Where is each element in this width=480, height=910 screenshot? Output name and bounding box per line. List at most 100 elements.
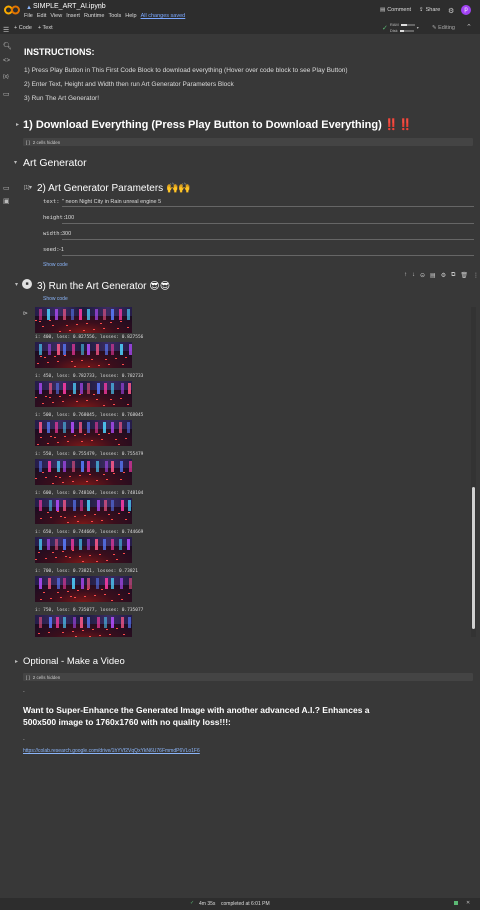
menu-bar: File Edit View Insert Runtime Tools Help… <box>24 13 185 19</box>
comment-button[interactable]: ▤ Comment <box>380 7 411 13</box>
menu-edit[interactable]: Edit <box>37 13 46 19</box>
variables-icon[interactable]: {x} <box>3 74 9 80</box>
link-icon[interactable]: ⊝ <box>420 272 425 279</box>
menu-insert[interactable]: Insert <box>66 13 80 19</box>
training-log-line: i: 500, loss: 0.768045, losses: 0.768045 <box>35 413 144 418</box>
hidden-cells-row[interactable]: [ ] 2 cells hidden <box>23 138 473 146</box>
param-height: height: 100 <box>43 215 75 221</box>
generated-image <box>35 420 132 446</box>
notebook-title[interactable]: SIMPLE_ART_AI.ipynb <box>33 3 106 10</box>
text-input[interactable]: " neon Night City in Rain unreal engine … <box>62 199 161 205</box>
training-log-line: i: 650, loss: 0.744669, losses: 0.744669 <box>35 530 144 535</box>
show-code-link[interactable]: Show code <box>43 262 68 268</box>
completion-status: completed at 6:01 PM <box>221 901 270 907</box>
instructions-title: INSTRUCTIONS: <box>24 47 95 57</box>
param-width: width: 300 <box>43 231 72 237</box>
resources-dropdown-icon[interactable]: ▾ <box>417 25 419 30</box>
expand-section-icon-2[interactable]: ▸ <box>15 658 18 665</box>
cell-toolbar: ↑ ↓ ⊝ ▤ ⚙ ⧉ 🗑︎ ⋮ <box>404 272 479 279</box>
command-palette-icon[interactable]: ▣ <box>3 197 10 205</box>
runtime-status-icon <box>454 901 458 905</box>
move-up-icon[interactable]: ↑ <box>404 272 407 279</box>
disk-usage-bar <box>399 29 414 32</box>
run-generator-heading: 3) Run the Art Generator 😎😎 <box>37 281 171 292</box>
download-section-heading: 1) Download Everything (Press Play Butto… <box>23 119 413 131</box>
colab-logo-icon[interactable] <box>4 4 20 16</box>
comment-cell-icon[interactable]: ▤ <box>430 272 436 279</box>
height-input[interactable]: 100 <box>65 215 74 221</box>
delete-icon[interactable]: 🗑︎ <box>460 272 468 279</box>
scrollbar-thumb[interactable] <box>472 487 475 629</box>
connected-check-icon: ✓ <box>382 24 388 32</box>
sunglasses-icon: 😎😎 <box>149 281 171 292</box>
resources-indicator[interactable]: ✓ RAM Disk ▾ <box>382 22 419 33</box>
training-log-line: i: 450, loss: 0.782733, losses: 0.782733 <box>35 374 144 379</box>
stop-icon: ■ <box>25 281 29 287</box>
share-icon: ⇪ <box>419 7 424 13</box>
star-icon[interactable]: ☆ <box>97 3 103 11</box>
instruction-step-3: 3) Run The Art Generator! <box>24 95 100 102</box>
close-icon[interactable]: ✕ <box>466 900 470 906</box>
generated-image <box>35 381 132 407</box>
table-of-contents-icon[interactable]: ☰ <box>3 26 9 34</box>
param-text: text: " neon Night City in Rain unreal en… <box>43 199 162 205</box>
text-dash: - <box>23 689 25 695</box>
menu-tools[interactable]: Tools <box>108 13 121 19</box>
text-dash-2: - <box>23 737 25 743</box>
more-options-icon[interactable]: ⋮ <box>473 272 479 279</box>
output-options-icon[interactable]: ⊳ <box>23 310 28 317</box>
cell-brackets: [ ] <box>26 674 30 680</box>
gear-icon[interactable]: ⚙ <box>448 7 454 15</box>
hidden-cells-row-2[interactable]: [ ] 2 cells hidden <box>23 673 473 681</box>
execution-time: 4m 35s <box>199 901 216 907</box>
generated-image <box>35 576 132 602</box>
saved-status-link[interactable]: All changes saved <box>141 13 186 19</box>
super-enhance-link[interactable]: https://colab.research.google.com/drive/… <box>23 748 200 754</box>
seed-input[interactable]: -1 <box>59 247 64 253</box>
completed-check-icon: ✓ <box>190 900 195 906</box>
cell-brackets: [ ] <box>26 139 30 145</box>
expand-section-icon[interactable]: ▸ <box>16 121 19 128</box>
menu-help[interactable]: Help <box>125 13 136 19</box>
output-scrollbar[interactable] <box>471 307 476 637</box>
generated-image <box>35 342 132 368</box>
param-seed: seed: -1 <box>43 247 64 253</box>
super-enhance-text: Want to Super-Enhance the Generated Imag… <box>23 705 370 727</box>
instruction-step-1: 1) Press Play Button in This First Code … <box>24 67 348 74</box>
collapse-cell-icon-2[interactable]: ▾ <box>15 281 18 288</box>
generated-image <box>35 498 132 524</box>
cell-output: i: 400, loss: 0.827556, losses: 0.827556… <box>35 307 476 637</box>
collapse-cell-icon[interactable]: ▾ <box>29 184 32 191</box>
training-log-line: i: 600, loss: 0.748104, losses: 0.748104 <box>35 491 144 496</box>
share-button[interactable]: ⇪ Share <box>419 7 440 13</box>
generated-image <box>35 615 132 637</box>
comment-icon: ▤ <box>380 7 386 13</box>
settings-icon[interactable]: ⚙ <box>441 272 446 279</box>
status-bar: ✓ 4m 35s completed at 6:01 PM ✕ <box>0 898 480 910</box>
art-generator-heading: Art Generator <box>23 157 87 169</box>
generated-image <box>35 307 132 333</box>
show-code-link-2[interactable]: Show code <box>43 296 68 302</box>
terminal-icon[interactable]: ▭ <box>3 184 10 192</box>
mirror-cell-icon[interactable]: ⧉ <box>451 272 455 279</box>
run-cell-button[interactable]: ■ <box>22 279 32 289</box>
files-icon[interactable]: ▭ <box>3 90 10 98</box>
training-log-line: i: 750, loss: 0.735077, losses: 0.735077 <box>35 608 144 613</box>
add-code-button[interactable]: + Code <box>14 25 32 31</box>
menu-runtime[interactable]: Runtime <box>84 13 104 19</box>
width-input[interactable]: 300 <box>62 231 71 237</box>
menu-file[interactable]: File <box>24 13 33 19</box>
code-snippets-icon[interactable]: <> <box>3 58 10 64</box>
editing-mode-button[interactable]: ✎ Editing <box>432 25 455 31</box>
add-text-button[interactable]: + Text <box>38 25 53 31</box>
collapse-header-icon[interactable]: ⌃ <box>466 23 472 31</box>
ram-usage-bar <box>400 23 415 26</box>
double-exclamation-icon: ‼️‼️ <box>384 119 413 131</box>
menu-view[interactable]: View <box>50 13 62 19</box>
avatar[interactable]: p <box>461 5 471 15</box>
move-down-icon[interactable]: ↓ <box>412 272 415 279</box>
hidden-cells-label: 2 cells hidden <box>32 674 61 680</box>
raised-hands-icon: 🙌🙌 <box>165 183 191 194</box>
collapse-section-icon[interactable]: ▾ <box>14 159 17 166</box>
search-icon[interactable]: 🔍︎ <box>3 42 12 50</box>
